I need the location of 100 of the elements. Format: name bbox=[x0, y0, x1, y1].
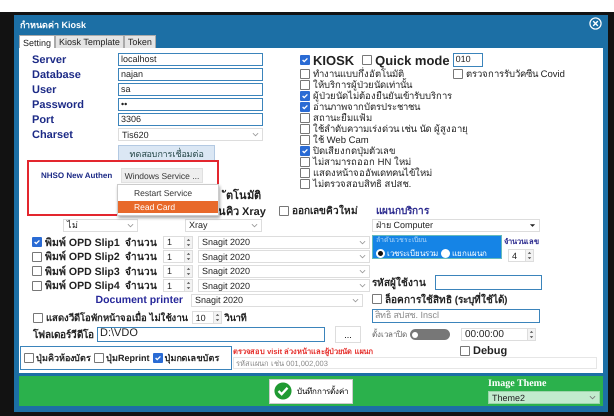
checkbox-label: ผู้ป่วยนัดไม่ต้องยืนยันเข้ารับบริการ bbox=[313, 90, 452, 102]
checkbox[interactable] bbox=[300, 124, 310, 134]
checkbox-label: พิมพ์ OPD Slip3 bbox=[45, 264, 121, 280]
field-label: Document printer bbox=[94, 294, 184, 306]
checkbox[interactable] bbox=[94, 352, 104, 362]
checkbox-label: ปุ่มกดเลขบัตร bbox=[164, 352, 220, 364]
checkbox[interactable] bbox=[33, 312, 43, 322]
spin-arrows-icon bbox=[184, 236, 192, 248]
partial-text: นคิว Xray bbox=[218, 204, 267, 220]
radio-button[interactable] bbox=[441, 249, 450, 258]
radio-button[interactable] bbox=[376, 249, 385, 258]
checkbox-label: ให้บริการผู้ป่วยนัดเท่านั้น bbox=[313, 77, 412, 91]
checkbox[interactable] bbox=[300, 168, 310, 178]
section-label: แผนกบริการ bbox=[376, 204, 429, 218]
spin-arrows-icon bbox=[184, 251, 192, 262]
number-spinner[interactable]: 10 bbox=[192, 311, 222, 324]
spin-arrows-icon bbox=[527, 329, 535, 340]
number-spinner[interactable]: 1 bbox=[163, 250, 193, 264]
number-spinner[interactable]: 4 bbox=[508, 249, 534, 262]
number-spinner[interactable]: 1 bbox=[163, 264, 193, 278]
dropdown[interactable]: Snagit 2020 bbox=[198, 250, 370, 264]
checkbox-label: ไม่สามารถออก HN ใหม่ bbox=[313, 156, 411, 168]
checkbox[interactable] bbox=[300, 68, 310, 78]
input-field[interactable]: •• bbox=[118, 98, 263, 111]
input-field[interactable] bbox=[435, 274, 542, 290]
number-spinner[interactable]: 1 bbox=[163, 279, 193, 292]
checkbox[interactable] bbox=[300, 102, 310, 112]
chevron-icon bbox=[359, 240, 366, 245]
checkbox[interactable] bbox=[300, 146, 310, 156]
checkbox[interactable] bbox=[300, 156, 310, 166]
checkbox-label: แสดงวีดีโอพักหน้าจอเมื่อ ไม่ใช้งาน bbox=[46, 310, 188, 325]
field-label: รหัสผู้ใช้งาน bbox=[372, 276, 427, 290]
chevron-icon bbox=[127, 222, 134, 228]
close-icon[interactable] bbox=[589, 16, 602, 30]
dropdown[interactable]: Snagit 2020 bbox=[198, 236, 370, 249]
tab[interactable]: Token bbox=[124, 35, 156, 48]
checkbox[interactable] bbox=[32, 266, 42, 276]
input-field[interactable]: najan bbox=[118, 68, 263, 81]
dropdown[interactable]: Snagit 2020 bbox=[191, 294, 363, 307]
checkbox[interactable] bbox=[300, 112, 310, 122]
check-icon bbox=[274, 382, 292, 400]
toggle-switch[interactable] bbox=[410, 329, 450, 340]
number-spinner[interactable]: 1 bbox=[163, 236, 193, 249]
checkbox[interactable] bbox=[32, 237, 42, 248]
checkbox-label: ตรวจการรับวัคซีน Covid bbox=[466, 68, 565, 81]
dropdown[interactable]: ไม่ bbox=[63, 218, 138, 232]
browse-button[interactable]: ... bbox=[335, 326, 361, 343]
windows-service-button[interactable]: Windows Service ... bbox=[121, 168, 203, 183]
radio-label: เวชระเบียนรวม bbox=[387, 248, 438, 260]
dropdown[interactable]: Xray bbox=[185, 218, 262, 232]
checkbox[interactable] bbox=[300, 134, 310, 144]
checkbox[interactable] bbox=[460, 346, 470, 356]
menu-item[interactable]: Restart Service bbox=[118, 187, 218, 199]
dropdown[interactable]: Theme2 bbox=[488, 391, 600, 404]
checkbox[interactable] bbox=[32, 280, 42, 291]
checkbox[interactable] bbox=[372, 294, 382, 304]
checkbox[interactable] bbox=[279, 206, 289, 216]
field-label: Image Theme bbox=[488, 378, 548, 389]
checkbox[interactable] bbox=[32, 252, 42, 262]
checkbox[interactable] bbox=[24, 352, 34, 362]
checkbox[interactable] bbox=[300, 178, 310, 188]
input-field[interactable]: localhost bbox=[118, 53, 263, 66]
tab[interactable]: Kiosk Template bbox=[55, 35, 124, 48]
window-title: กำหนดค่า Kiosk bbox=[20, 19, 86, 32]
dropdown[interactable]: Tis620 bbox=[118, 128, 263, 141]
checkbox[interactable] bbox=[453, 68, 463, 78]
input-field[interactable]: 010 bbox=[452, 53, 483, 67]
count-label: จำนวน bbox=[125, 266, 158, 279]
chevron-icon bbox=[359, 283, 366, 288]
time-spinner[interactable]: 00:00:00 bbox=[461, 328, 536, 341]
input-field[interactable]: sa bbox=[118, 83, 263, 96]
save-button[interactable]: บันทึกการตั้งค่า bbox=[269, 378, 353, 404]
input-field[interactable]: สิทธิ สปสช. Inscl bbox=[372, 309, 540, 323]
checkbox-label: KIOSK bbox=[313, 52, 354, 68]
dropdown[interactable]: Snagit 2020 bbox=[198, 279, 370, 292]
checkbox-label: ปุ่มคิวห้องบัตร bbox=[36, 352, 91, 364]
checkbox-label: ออกเลขคิวใหม่ bbox=[292, 204, 359, 218]
chevron-icon bbox=[359, 268, 366, 274]
checkbox[interactable] bbox=[300, 90, 310, 100]
checkbox-label: ล็อคการใช้สิทธิ (ระบุที่ใช้ได้) bbox=[385, 292, 508, 306]
field-label: Port bbox=[31, 114, 55, 126]
checkbox-label: อ่านภาพจากบัตรประชาชน bbox=[313, 102, 420, 113]
spin-arrows-icon bbox=[184, 280, 192, 292]
count-label: จำนวน bbox=[125, 250, 158, 264]
input-field[interactable]: D:\VDO bbox=[97, 327, 325, 342]
checkbox-label: ปิดเสียงกดปุ่มตัวเลข bbox=[313, 145, 395, 157]
spin-arrows-icon bbox=[525, 250, 533, 261]
dropdown[interactable]: ฝ่าย Computer bbox=[372, 218, 540, 232]
dropdown[interactable]: Snagit 2020 bbox=[198, 264, 370, 278]
input-field[interactable]: 3306 bbox=[118, 113, 263, 126]
caret-icon bbox=[529, 222, 536, 228]
chevron-icon bbox=[251, 222, 258, 228]
checkbox-label: พิมพ์ OPD Slip1 bbox=[45, 236, 121, 250]
tab[interactable]: Setting bbox=[19, 35, 56, 48]
checkbox-label: แสดงหน้าจออัพเดทคนไข้ใหม่ bbox=[313, 166, 432, 179]
checkbox[interactable] bbox=[152, 352, 162, 362]
checkbox[interactable] bbox=[362, 55, 372, 65]
checkbox[interactable] bbox=[300, 80, 310, 90]
checkbox[interactable] bbox=[300, 55, 310, 65]
checkbox-label: สถานะยืมแฟ้ม bbox=[313, 112, 372, 124]
